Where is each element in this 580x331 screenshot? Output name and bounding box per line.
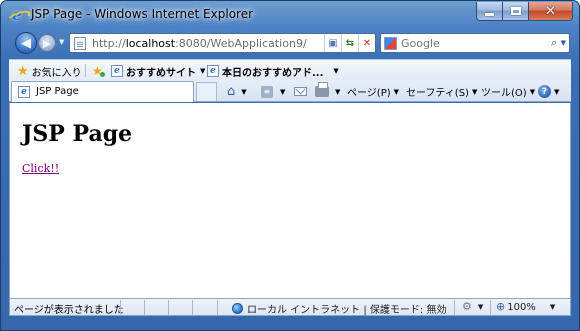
search-input[interactable] <box>401 36 531 51</box>
page-icon <box>74 37 86 50</box>
page-content: JSP Page Click!! <box>9 103 571 298</box>
ie-page-icon: e <box>18 86 30 98</box>
separator <box>168 300 169 315</box>
address-bar[interactable]: http://localhost:8080/WebApplication9/ ▣… <box>69 33 376 53</box>
feeds-button[interactable]: ≡ ▼ <box>261 84 285 99</box>
help-button[interactable]: ? ▼ <box>538 84 559 99</box>
stop-icon[interactable]: ✕ <box>358 34 375 52</box>
favorite-link-suggested-sites[interactable]: e おすすめサイト ▼ <box>111 63 205 79</box>
chevron-down-icon: ▼ <box>241 87 247 96</box>
favorites-label: お気に入り <box>31 67 82 79</box>
maximize-icon <box>510 7 521 15</box>
address-buttons: ▣ ⇆ ✕ <box>324 34 375 52</box>
chevron-down-icon: ▼ <box>200 67 206 75</box>
new-tab-button[interactable] <box>196 82 217 101</box>
zoom-level: 100% <box>507 301 536 313</box>
safety-menu-label: セーフティ(S) <box>406 88 469 99</box>
url-scheme: http:// <box>92 37 126 50</box>
page-menu-label: ページ(P) <box>347 88 391 99</box>
close-icon: ✕ <box>545 3 556 19</box>
ie-page-icon: e <box>207 65 219 77</box>
maximize-button[interactable] <box>503 2 529 21</box>
forward-button[interactable]: ▶ <box>38 34 56 52</box>
search-box: ⌕ ▼ <box>380 33 570 53</box>
favorite-link-label: おすすめサイト <box>126 67 196 79</box>
page-menu[interactable]: ページ(P) ▼ <box>347 84 400 100</box>
zone-label: ローカル イントラネット | 保護モード: 無効 <box>247 305 447 316</box>
safety-menu[interactable]: セーフティ(S) ▼ <box>406 84 478 100</box>
favorite-link-label: 本日のおすすめアド... <box>222 67 324 79</box>
chevron-down-icon: ▼ <box>549 303 556 311</box>
browser-window: e JSP Page - Windows Internet Explorer ✕… <box>0 0 580 331</box>
security-zone[interactable]: ローカル イントラネット | 保護モード: 無効 <box>232 301 446 316</box>
status-text: ページが表示されました <box>14 305 124 316</box>
ie-page-icon: e <box>111 65 123 77</box>
favorites-bar: ★ お気に入り ★ e おすすめサイト ▼ e 本日のおすすめアド... ▼ <box>9 59 571 80</box>
separator <box>192 300 193 315</box>
separator <box>144 300 145 315</box>
print-button[interactable]: ▼ <box>315 82 341 99</box>
search-options-dropdown[interactable]: ▼ <box>561 39 566 47</box>
address-url[interactable]: http://localhost:8080/WebApplication9/ <box>92 37 307 50</box>
chevron-down-icon: ▼ <box>280 87 286 96</box>
compatibility-view-icon[interactable]: ▣ <box>324 34 341 52</box>
tab-label: JSP Page <box>36 86 79 97</box>
tab-jsp-page[interactable]: e JSP Page <box>11 81 194 102</box>
add-to-favorites-button[interactable]: ★ <box>92 63 105 79</box>
search-icon[interactable]: ⌕ <box>551 36 557 50</box>
rss-feed-icon: ≡ <box>261 85 273 98</box>
window-bottom-frame <box>1 317 579 331</box>
recent-pages-dropdown[interactable]: ▼ <box>59 38 64 46</box>
internet-explorer-icon[interactable]: e <box>9 7 25 23</box>
zoom-level-button[interactable]: ⊕ 100% ▼ <box>496 301 555 313</box>
separator <box>85 64 86 77</box>
chevron-down-icon: ▼ <box>554 87 560 96</box>
refresh-icon[interactable]: ⇆ <box>341 34 358 52</box>
tools-menu[interactable]: ツール(O) ▼ <box>481 84 536 100</box>
separator <box>490 300 491 315</box>
magnifier-icon: ⊕ <box>496 300 506 313</box>
chevron-down-icon: ▼ <box>529 87 536 96</box>
protected-mode-button[interactable]: ⚙ ▼ <box>462 301 483 313</box>
separator <box>454 300 455 315</box>
star-icon: ★ <box>17 63 29 79</box>
favorite-link-web-slice[interactable]: e 本日のおすすめアド... ▼ <box>207 63 339 79</box>
printer-icon <box>315 82 329 97</box>
status-bar: ページが表示されました ローカル イントラネット | 保護モード: 無効 ⚙ ▼… <box>9 298 571 316</box>
back-arrow-icon: ◀ <box>21 35 31 51</box>
add-favorite-icon: ★ <box>92 63 105 78</box>
google-icon <box>384 37 397 50</box>
close-button[interactable]: ✕ <box>529 2 573 21</box>
url-host: localhost <box>125 37 176 50</box>
forward-arrow-icon: ▶ <box>42 36 52 50</box>
click-link[interactable]: Click!! <box>22 162 59 175</box>
globe-icon <box>232 303 243 314</box>
tools-menu-label: ツール(O) <box>481 88 527 99</box>
tab-and-command-bar: e JSP Page ⌂ ▼ ≡ ▼ ▼ ページ(P) ▼ セーフティ(S) ▼… <box>9 80 571 102</box>
chevron-down-icon: ▼ <box>393 87 400 96</box>
chevron-down-icon: ▼ <box>471 87 478 96</box>
help-icon: ? <box>538 85 551 98</box>
favorites-button[interactable]: ★ お気に入り <box>17 63 82 79</box>
home-icon: ⌂ <box>227 84 236 99</box>
url-path: :8080/WebApplication9/ <box>175 37 307 50</box>
chevron-down-icon: ▼ <box>477 303 484 311</box>
separator <box>217 300 218 315</box>
back-button[interactable]: ◀ <box>15 32 37 54</box>
read-mail-button[interactable] <box>294 84 307 99</box>
chevron-down-icon: ▼ <box>333 67 339 75</box>
home-button[interactable]: ⌂ ▼ <box>227 84 247 99</box>
chevron-down-icon: ▼ <box>335 87 341 96</box>
window-title: JSP Page - Windows Internet Explorer <box>31 7 254 21</box>
title-bar[interactable]: e JSP Page - Windows Internet Explorer ✕ <box>1 1 579 28</box>
minimize-button[interactable] <box>476 2 503 21</box>
minimize-icon <box>485 12 494 16</box>
navigation-bar: ◀ ▶ ▼ http://localhost:8080/WebApplicati… <box>1 29 579 56</box>
caption-buttons: ✕ <box>476 2 573 21</box>
shield-icon: ⚙ <box>462 300 472 313</box>
page-heading: JSP Page <box>22 121 133 147</box>
mail-icon <box>294 87 307 96</box>
separator <box>120 300 121 315</box>
